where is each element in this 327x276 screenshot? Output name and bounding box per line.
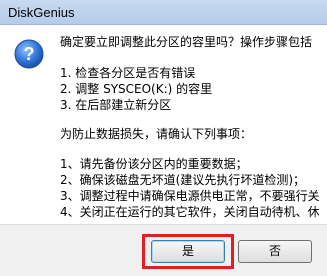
title-bar[interactable]: DiskGenius xyxy=(0,0,327,25)
message-line: 为防止数据损失，请确认下列事项： xyxy=(60,127,253,141)
svg-text:?: ? xyxy=(24,44,35,64)
button-bar: 是 否 xyxy=(0,224,327,276)
dialog-window: DiskGenius ? 确定要立即调整此分区的容里吗？操作步骤包括 1. 检查… xyxy=(0,0,327,276)
message-line: 1. 检查各分区是否有错误 xyxy=(60,66,196,80)
question-icon: ? xyxy=(14,39,44,69)
message-line: 确定要立即调整此分区的容里吗？操作步骤包括 xyxy=(60,35,313,49)
message-line: 2、确保该磁盘无坏道(建议先执行坏道检测)； xyxy=(60,173,305,187)
window-title: DiskGenius xyxy=(8,5,75,20)
message-line: 3. 在后部建立新分区 xyxy=(60,98,172,112)
message-line: 3、调整过程中请确保电源供电正常，不要强行关 xyxy=(60,189,320,203)
message-line: 1、请先备份该分区内的重要数据； xyxy=(60,157,248,171)
no-button[interactable]: 否 xyxy=(238,240,312,263)
yes-button[interactable]: 是 xyxy=(151,240,225,263)
message-line: 2. 调整 SYSCEO(K:) 的容里 xyxy=(60,82,213,96)
message-line: 4、关闭正在运行的其它软件，关闭自动待机、休 xyxy=(60,205,320,219)
dialog-body: ? 确定要立即调整此分区的容里吗？操作步骤包括 1. 检查各分区是否有错误 2.… xyxy=(0,25,327,276)
